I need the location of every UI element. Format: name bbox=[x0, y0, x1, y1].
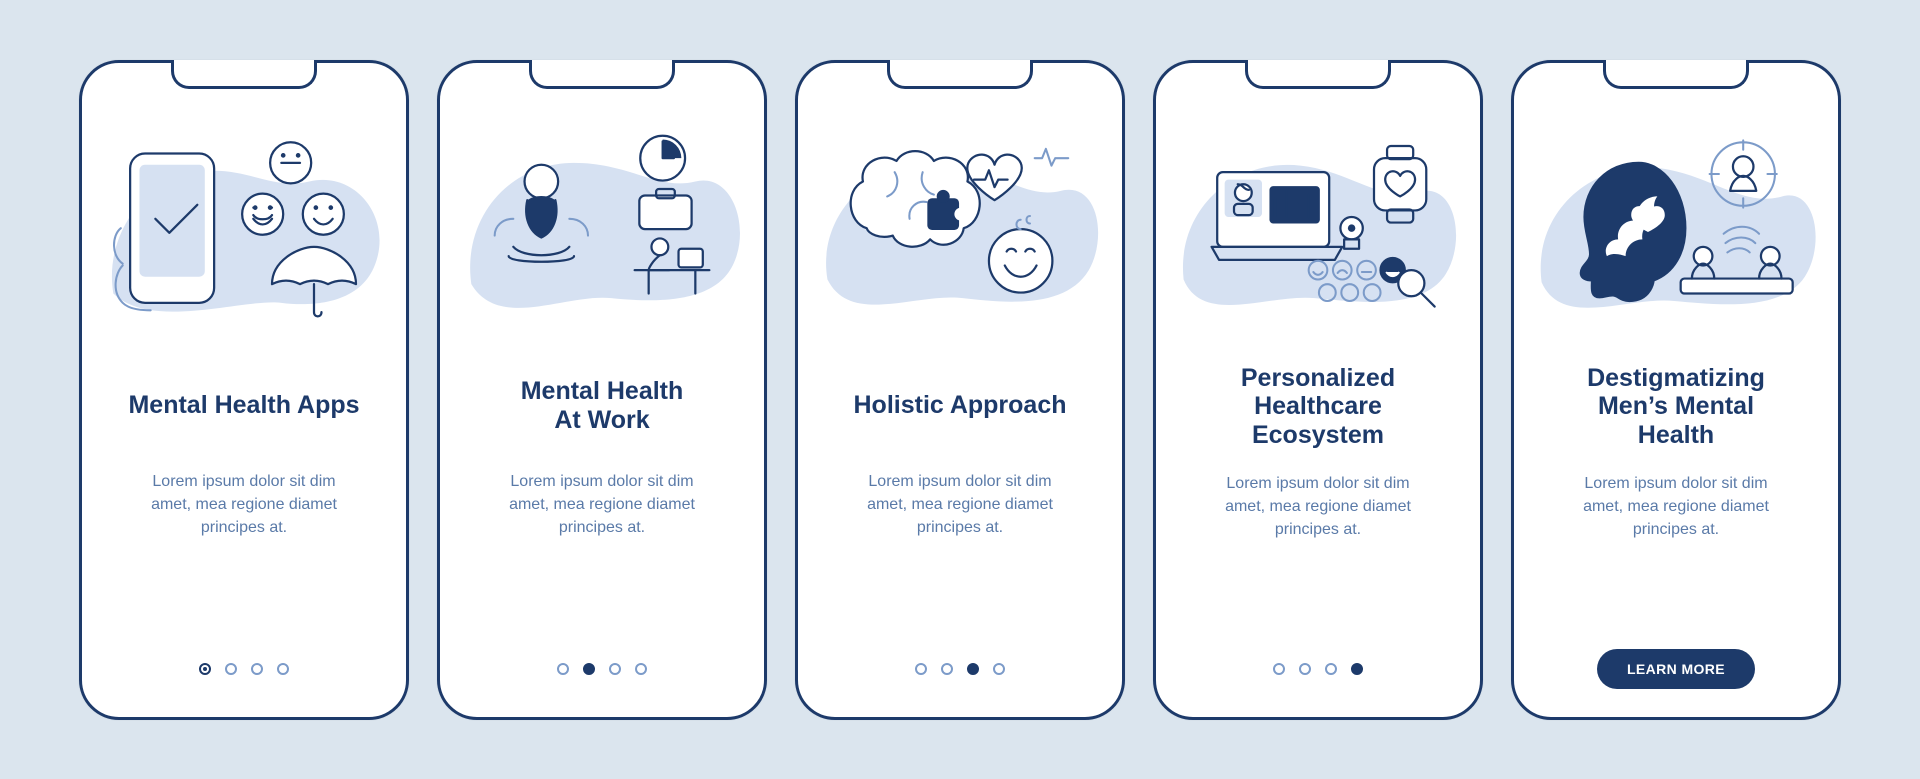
page-dots bbox=[1273, 663, 1363, 675]
page-dot-1[interactable] bbox=[557, 663, 569, 675]
page-dot-1[interactable] bbox=[199, 663, 211, 675]
page-dot-1[interactable] bbox=[1273, 663, 1285, 675]
card-footer bbox=[104, 645, 384, 693]
page-dot-3[interactable] bbox=[609, 663, 621, 675]
card-title: Personalized Healthcare Ecosystem bbox=[1178, 364, 1458, 450]
page-dot-2[interactable] bbox=[1299, 663, 1311, 675]
card-footer bbox=[462, 645, 742, 693]
page-dot-4[interactable] bbox=[635, 663, 647, 675]
mental-health-apps-icon bbox=[104, 99, 384, 334]
onboarding-card-1: Mental Health Apps Lorem ipsum dolor sit… bbox=[79, 60, 409, 720]
page-dot-3[interactable] bbox=[1325, 663, 1337, 675]
destigmatizing-mens-health-icon bbox=[1536, 99, 1816, 334]
page-dot-1[interactable] bbox=[915, 663, 927, 675]
page-dots bbox=[915, 663, 1005, 675]
page-dot-4[interactable] bbox=[277, 663, 289, 675]
card-title: Destigmatizing Men’s Mental Health bbox=[1536, 364, 1816, 450]
page-dot-3[interactable] bbox=[251, 663, 263, 675]
page-dot-2[interactable] bbox=[941, 663, 953, 675]
onboarding-row: Mental Health Apps Lorem ipsum dolor sit… bbox=[0, 60, 1920, 720]
page-dots bbox=[557, 663, 647, 675]
card-title: Holistic Approach bbox=[820, 364, 1100, 448]
card-footer: LEARN MORE bbox=[1536, 645, 1816, 693]
card-body: Lorem ipsum dolor sit dim amet, mea regi… bbox=[104, 470, 384, 540]
onboarding-card-3: Holistic Approach Lorem ipsum dolor sit … bbox=[795, 60, 1125, 720]
mental-health-at-work-icon bbox=[462, 99, 742, 334]
personalized-healthcare-icon bbox=[1178, 99, 1458, 334]
card-title: Mental Health At Work bbox=[462, 364, 742, 448]
learn-more-button[interactable]: LEARN MORE bbox=[1597, 649, 1755, 689]
onboarding-card-5: Destigmatizing Men’s Mental Health Lorem… bbox=[1511, 60, 1841, 720]
card-body: Lorem ipsum dolor sit dim amet, mea regi… bbox=[820, 470, 1100, 540]
onboarding-card-2: Mental Health At Work Lorem ipsum dolor … bbox=[437, 60, 767, 720]
page-dots bbox=[199, 663, 289, 675]
page-dot-4[interactable] bbox=[993, 663, 1005, 675]
page-dot-2[interactable] bbox=[583, 663, 595, 675]
page-dot-2[interactable] bbox=[225, 663, 237, 675]
card-body: Lorem ipsum dolor sit dim amet, mea regi… bbox=[1536, 472, 1816, 542]
card-footer bbox=[1178, 645, 1458, 693]
holistic-approach-icon bbox=[820, 99, 1100, 334]
card-title: Mental Health Apps bbox=[104, 364, 384, 448]
page-dot-3[interactable] bbox=[967, 663, 979, 675]
card-body: Lorem ipsum dolor sit dim amet, mea regi… bbox=[1178, 472, 1458, 542]
page-dot-4[interactable] bbox=[1351, 663, 1363, 675]
card-footer bbox=[820, 645, 1100, 693]
card-body: Lorem ipsum dolor sit dim amet, mea regi… bbox=[462, 470, 742, 540]
onboarding-card-4: Personalized Healthcare Ecosystem Lorem … bbox=[1153, 60, 1483, 720]
